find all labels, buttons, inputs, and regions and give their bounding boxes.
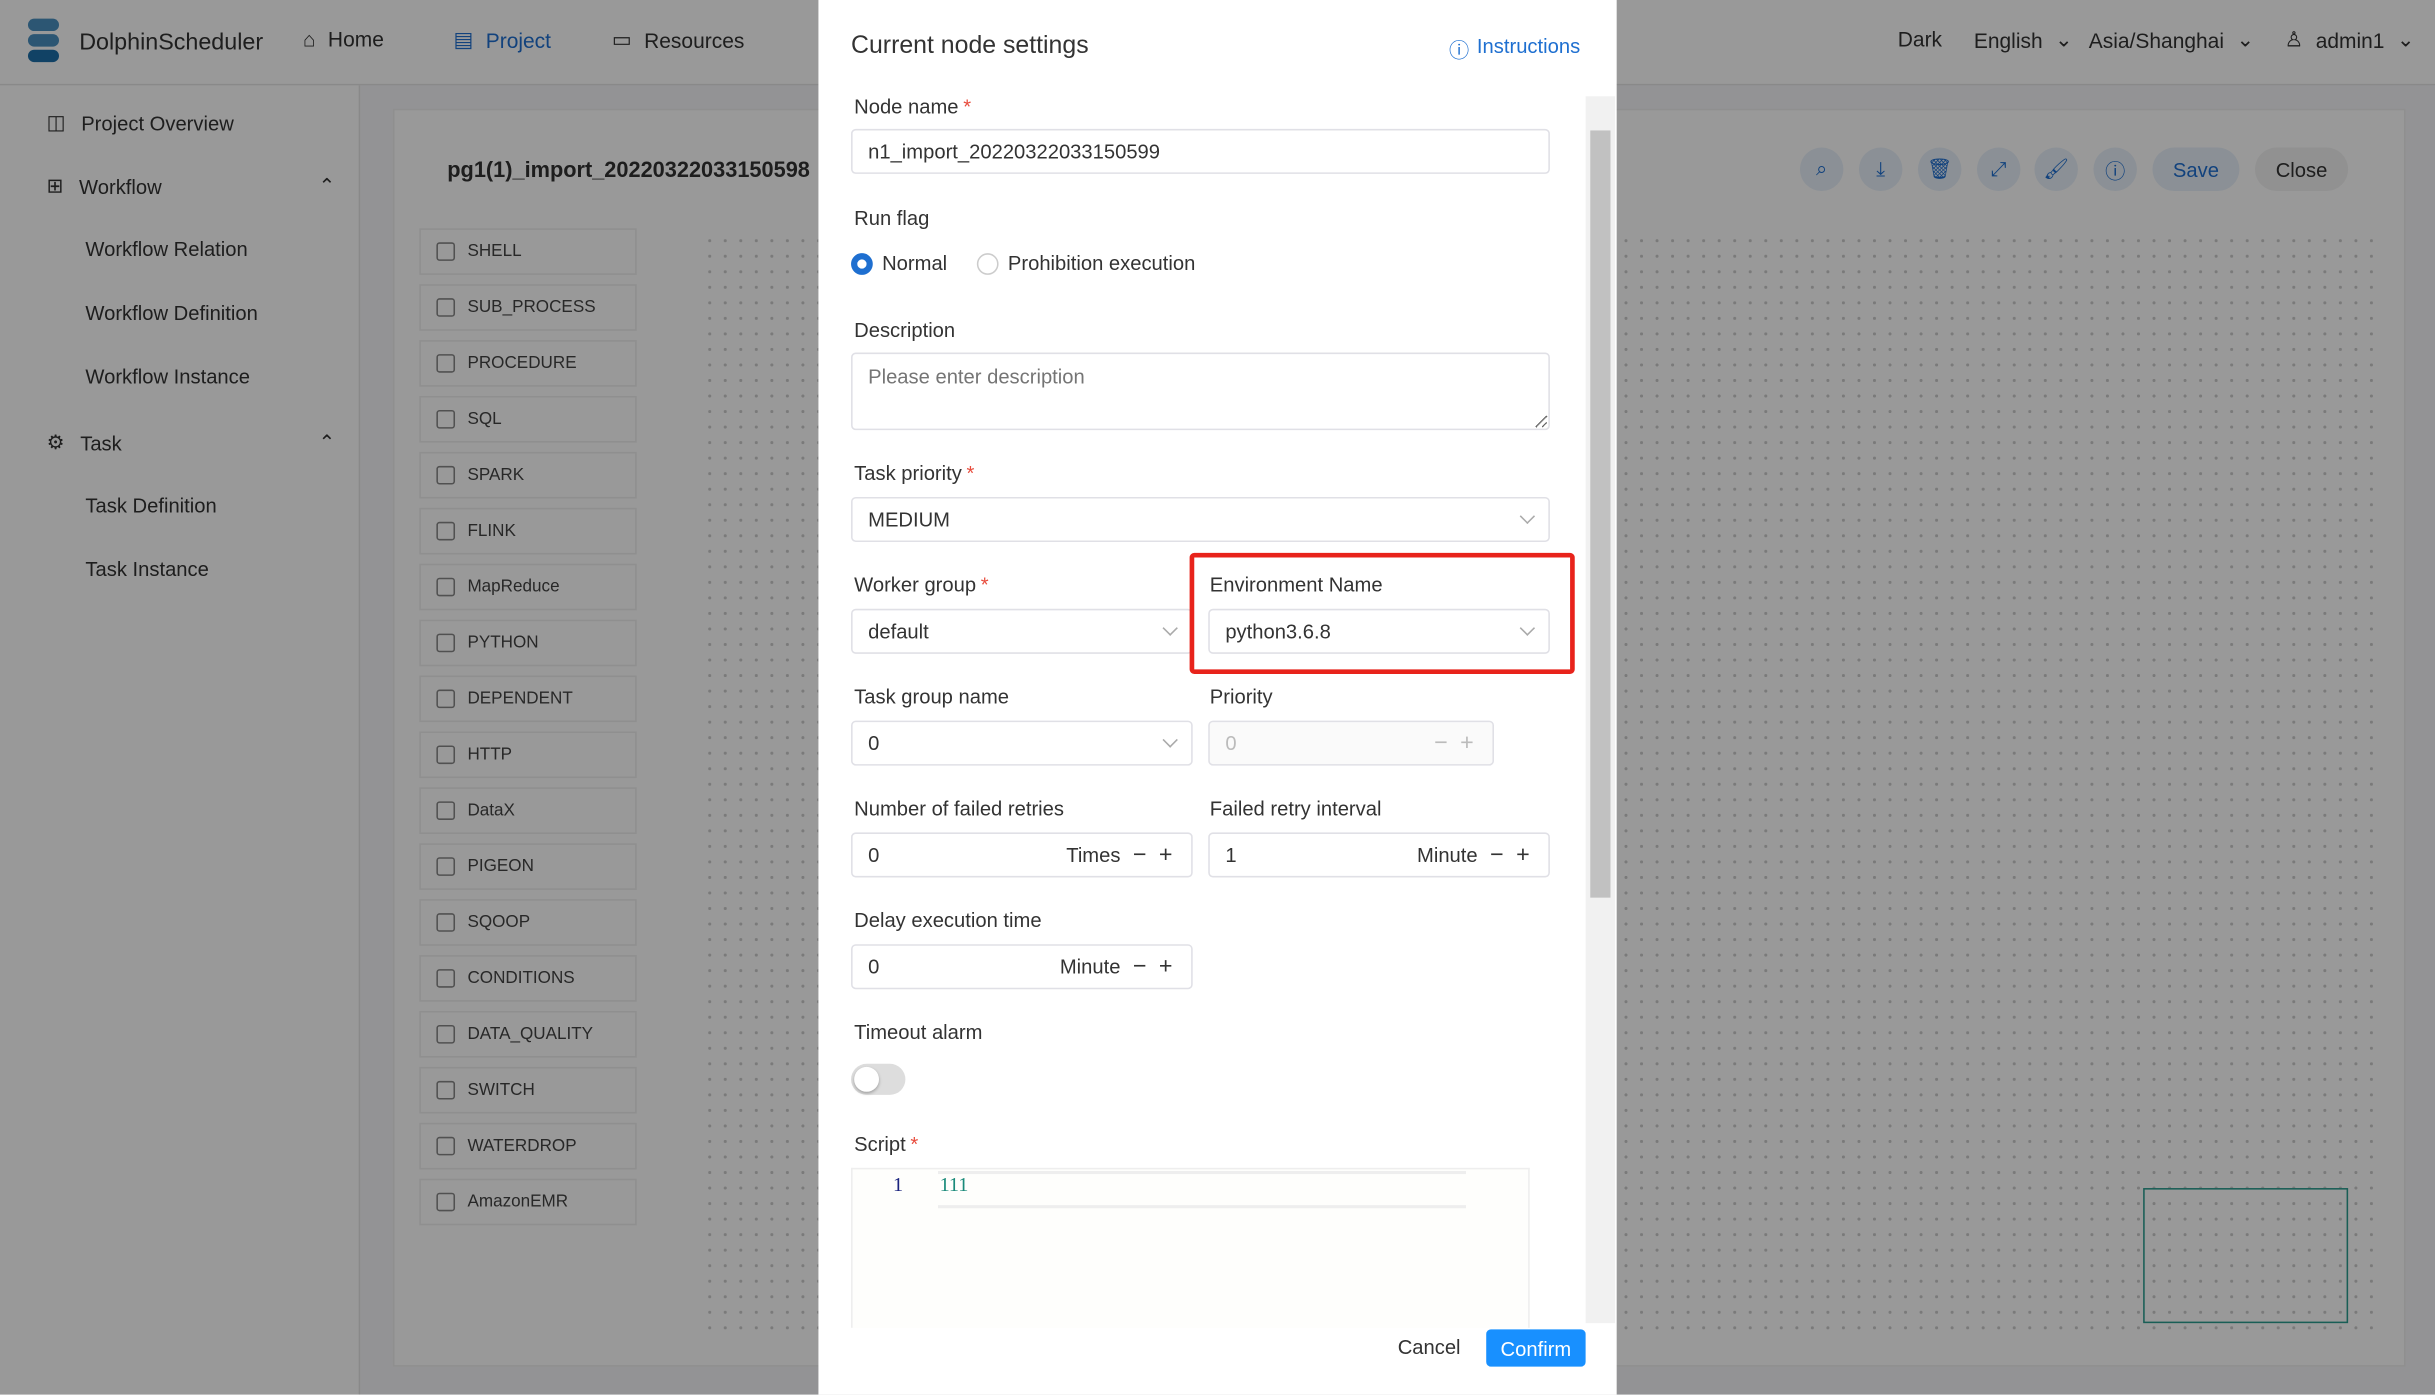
task-group-label: Task group name: [854, 684, 1010, 709]
confirm-button[interactable]: Confirm: [1486, 1329, 1586, 1367]
plus-icon[interactable]: +: [1516, 843, 1530, 866]
timeout-toggle[interactable]: [851, 1063, 906, 1095]
select-value: python3.6.8: [1225, 619, 1331, 643]
minus-icon[interactable]: −: [1490, 843, 1504, 866]
priority-stepper[interactable]: 0 − +: [1208, 720, 1494, 766]
chevron-down-icon: [1162, 620, 1178, 636]
task-priority-label: Task priority *: [854, 461, 975, 485]
script-label: Script *: [854, 1132, 919, 1156]
chevron-down-icon: [1162, 732, 1178, 748]
minus-icon[interactable]: −: [1133, 955, 1147, 978]
radio-selected-icon: [851, 252, 873, 275]
run-flag-normal-radio[interactable]: Normal: [851, 252, 947, 275]
retry-interval-stepper[interactable]: 1 Minute − +: [1208, 832, 1550, 878]
radio-unselected-icon: [976, 252, 999, 275]
task-group-select[interactable]: 0: [851, 720, 1193, 766]
script-line: 111: [939, 1172, 969, 1196]
stepper-value: 0: [868, 955, 880, 979]
unit-label: Minute: [1059, 955, 1121, 979]
script-editor[interactable]: 1 111: [851, 1167, 1530, 1328]
run-flag-prohibition-radio[interactable]: Prohibition execution: [976, 251, 1196, 275]
unit-label: Times: [1066, 843, 1121, 867]
radio-label: Normal: [882, 251, 948, 275]
retries-label: Number of failed retries: [854, 796, 1064, 820]
worker-group-label: Worker group *: [854, 573, 989, 597]
node-name-label: Node name *: [854, 94, 972, 119]
line-number: 1: [892, 1172, 904, 1196]
stepper-value: 0: [1225, 731, 1237, 755]
task-priority-select[interactable]: MEDIUM: [851, 496, 1550, 542]
unit-label: Minute: [1417, 843, 1478, 867]
plus-icon[interactable]: +: [1159, 843, 1173, 866]
plus-icon[interactable]: +: [1159, 955, 1173, 978]
select-value: default: [868, 619, 929, 643]
select-value: MEDIUM: [868, 507, 950, 532]
delay-label: Delay execution time: [854, 908, 1042, 932]
plus-icon[interactable]: +: [1460, 731, 1474, 754]
run-flag-label: Run flag: [854, 206, 930, 230]
environment-label: Environment Name: [1209, 573, 1383, 597]
environment-select[interactable]: python3.6.8: [1208, 608, 1550, 654]
priority-label: Priority: [1209, 684, 1273, 709]
worker-group-select[interactable]: default: [851, 608, 1193, 654]
minus-icon[interactable]: −: [1133, 843, 1147, 866]
form-body: Node name * n1_import_20220322033150599 R…: [818, 0, 1616, 1395]
select-value: 0: [868, 731, 880, 755]
chevron-down-icon: [1519, 508, 1536, 525]
retry-interval-label: Failed retry interval: [1209, 796, 1382, 820]
description-label: Description: [854, 318, 956, 342]
minus-icon[interactable]: −: [1434, 731, 1448, 754]
chevron-down-icon: [1519, 620, 1536, 636]
node-name-input[interactable]: n1_import_20220322033150599: [851, 128, 1550, 174]
cancel-button[interactable]: Cancel: [1398, 1336, 1461, 1359]
stepper-value: 1: [1225, 843, 1237, 867]
retries-stepper[interactable]: 0 Times − +: [851, 832, 1193, 878]
description-textarea[interactable]: [851, 352, 1550, 431]
delay-stepper[interactable]: 0 Minute − +: [851, 944, 1193, 990]
radio-label: Prohibition execution: [1007, 251, 1196, 275]
stepper-value: 0: [868, 843, 880, 867]
timeout-label: Timeout alarm: [854, 1020, 983, 1044]
